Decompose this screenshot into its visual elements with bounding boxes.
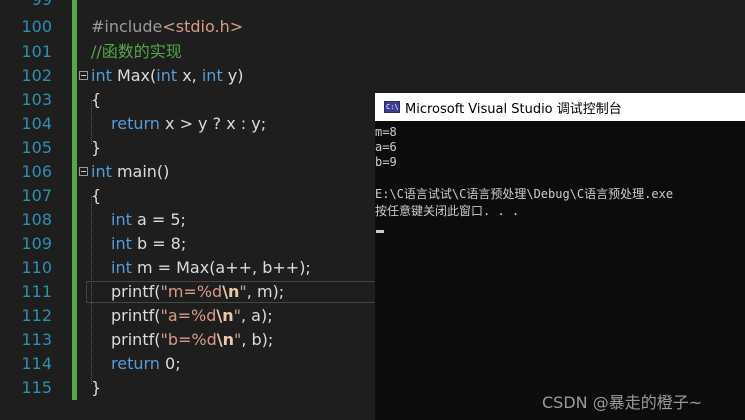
code-text: y) xyxy=(222,66,244,85)
escape-sequence: \n xyxy=(216,306,234,325)
code-text: Max( xyxy=(111,66,157,85)
line-number: 106 xyxy=(21,162,52,181)
keyword: int xyxy=(111,258,132,277)
keyword: int xyxy=(201,66,223,85)
console-title-bar[interactable]: C:\ Microsoft Visual Studio 调试控制台 xyxy=(375,93,745,121)
code-text: 0; xyxy=(159,354,181,373)
line-number: 104 xyxy=(21,114,52,133)
string-literal: " xyxy=(233,306,241,325)
code-text: } xyxy=(91,138,102,157)
code-text: printf( xyxy=(111,330,161,349)
line-number: 107 xyxy=(21,186,52,205)
keyword: int xyxy=(111,210,132,229)
code-text: m = Max(a++, b++); xyxy=(131,258,311,277)
keyword: int xyxy=(111,234,132,253)
code-line-111[interactable]: printf("m=%d\n", m); xyxy=(111,280,284,304)
code-text: { xyxy=(91,186,102,205)
watermark-text: CSDN @暴走的橙子~ xyxy=(542,393,703,412)
code-text: x, xyxy=(177,66,202,85)
code-comment: //函数的实现 xyxy=(91,42,182,61)
code-line-112[interactable]: printf("a=%d\n", a); xyxy=(111,304,273,328)
code-line-113[interactable]: printf("b=%d\n", b); xyxy=(111,328,273,352)
escape-sequence: \n xyxy=(222,282,240,301)
line-number: 109 xyxy=(21,234,52,253)
code-text: x > y ? x : y; xyxy=(159,114,267,133)
keyword: return xyxy=(111,114,160,133)
string-literal: "a=%d xyxy=(160,306,217,325)
line-number: 101 xyxy=(21,42,52,61)
change-tracking-bar xyxy=(72,0,77,400)
keyword: int xyxy=(91,162,112,181)
code-text: printf( xyxy=(111,306,161,325)
code-line-115[interactable]: } xyxy=(91,376,101,400)
code-line-100[interactable]: #include<stdio.h> xyxy=(91,15,243,39)
code-text: , b); xyxy=(241,330,274,349)
line-number-gutter: 99 100 101 102 103 104 105 106 107 108 1… xyxy=(0,0,60,420)
console-cursor xyxy=(376,230,384,233)
console-output-line: a=6 xyxy=(375,140,397,154)
console-output-line: m=8 xyxy=(375,125,397,139)
code-text: printf( xyxy=(111,282,161,301)
line-number: 100 xyxy=(21,17,52,36)
line-number: 99 xyxy=(0,0,52,12)
code-line-104[interactable]: return x > y ? x : y; xyxy=(111,112,266,136)
code-text: a = 5; xyxy=(131,210,186,229)
collapse-main-function-icon[interactable] xyxy=(79,167,88,176)
console-app-icon-text: C:\ xyxy=(386,103,399,111)
string-literal: " xyxy=(239,282,247,301)
preprocessor-directive: #include xyxy=(91,17,163,36)
keyword: return xyxy=(111,354,160,373)
keyword: int xyxy=(91,66,112,85)
console-output-line: E:\C语言试试\C语言预处理\Debug\C语言预处理.exe xyxy=(375,187,674,201)
line-number: 103 xyxy=(21,90,52,109)
line-number: 113 xyxy=(21,330,52,349)
code-line-101[interactable]: //函数的实现 xyxy=(91,40,182,64)
code-text: } xyxy=(91,378,102,397)
code-text: main() xyxy=(111,162,170,181)
line-number: 111 xyxy=(21,282,52,301)
line-number: 115 xyxy=(21,378,52,397)
collapse-max-function-icon[interactable] xyxy=(79,71,88,80)
code-line-103[interactable]: { xyxy=(91,88,101,112)
escape-sequence: \n xyxy=(216,330,234,349)
line-number: 112 xyxy=(21,306,52,325)
code-line-114[interactable]: return 0; xyxy=(111,352,181,376)
line-number: 114 xyxy=(21,354,52,373)
string-literal: "b=%d xyxy=(160,330,217,349)
debug-console-window[interactable]: C:\ Microsoft Visual Studio 调试控制台 m=8 a=… xyxy=(375,93,745,420)
code-line-110[interactable]: int m = Max(a++, b++); xyxy=(111,256,311,280)
line-number: 108 xyxy=(21,210,52,229)
code-line-102[interactable]: int Max(int x, int y) xyxy=(91,64,244,88)
code-line-107[interactable]: { xyxy=(91,184,101,208)
code-text: b = 8; xyxy=(131,234,187,253)
string-literal: "m=%d xyxy=(160,282,223,301)
code-line-108[interactable]: int a = 5; xyxy=(111,208,186,232)
code-text: , a); xyxy=(241,306,273,325)
line-number: 110 xyxy=(21,258,52,277)
console-app-icon: C:\ xyxy=(384,101,400,113)
line-number: 105 xyxy=(21,138,52,157)
console-output-line: 按任意键关闭此窗口. . . xyxy=(375,204,520,218)
code-line-106[interactable]: int main() xyxy=(91,160,169,184)
console-output-line: b=9 xyxy=(375,155,397,169)
code-line-105[interactable]: } xyxy=(91,136,101,160)
console-title: Microsoft Visual Studio 调试控制台 xyxy=(405,102,622,117)
line-number: 102 xyxy=(21,66,52,85)
include-header: <stdio.h> xyxy=(162,17,244,36)
keyword: int xyxy=(156,66,178,85)
code-line-109[interactable]: int b = 8; xyxy=(111,232,186,256)
code-text: , m); xyxy=(246,282,285,301)
code-text: { xyxy=(91,90,102,109)
